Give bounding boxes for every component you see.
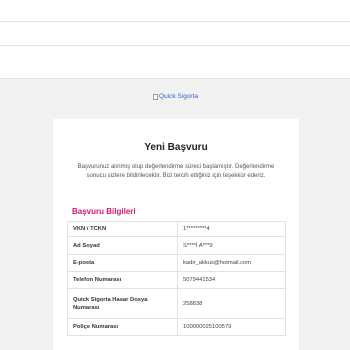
application-details-table: VKN / TCKN 1*********4 Ad Soyad S****İ A… xyxy=(67,221,286,336)
table-row: E-posta kadir_akkus@hotmail.com xyxy=(67,254,286,272)
row-label: E-posta xyxy=(67,254,178,272)
row-label: Quick Sigorta Hasar Dosya Numarası xyxy=(67,288,178,319)
broken-image-icon xyxy=(153,94,158,100)
header-divider xyxy=(0,21,350,22)
logo-alt-text: Quick Sigorta xyxy=(159,93,199,100)
section-title: Başvuru Bilgileri xyxy=(72,207,136,216)
row-label: VKN / TCKN xyxy=(67,221,178,237)
top-header-bar xyxy=(0,0,350,79)
table-row: Quick Sigorta Hasar Dosya Numarası 25883… xyxy=(67,288,286,319)
row-value: 5079441534 xyxy=(177,271,286,289)
application-card: Yeni Başvuru Başvurunuz alınmış olup değ… xyxy=(53,119,299,350)
row-label: Ad Soyad xyxy=(67,236,178,255)
row-value: 1*********4 xyxy=(177,221,286,237)
confirmation-message: Başvurunuz alınmış olup değerlendirme sü… xyxy=(77,164,275,179)
table-row: Poliçe Numarası 100000025100579 xyxy=(67,318,286,336)
page-title: Yeni Başvuru xyxy=(144,142,208,153)
row-value: S****İ A***9 xyxy=(177,236,286,255)
row-label: Poliçe Numarası xyxy=(67,318,178,336)
table-row: Telefon Numarası 5079441534 xyxy=(67,271,286,289)
row-value: 258838 xyxy=(177,288,286,319)
header-divider xyxy=(0,45,350,46)
quick-sigorta-logo[interactable]: Quick Sigorta xyxy=(153,93,198,101)
table-row: Ad Soyad S****İ A***9 xyxy=(67,236,286,255)
row-value: kadir_akkus@hotmail.com xyxy=(177,254,286,272)
row-label: Telefon Numarası xyxy=(67,271,178,289)
row-value: 100000025100579 xyxy=(177,318,286,336)
table-row: VKN / TCKN 1*********4 xyxy=(67,221,286,237)
